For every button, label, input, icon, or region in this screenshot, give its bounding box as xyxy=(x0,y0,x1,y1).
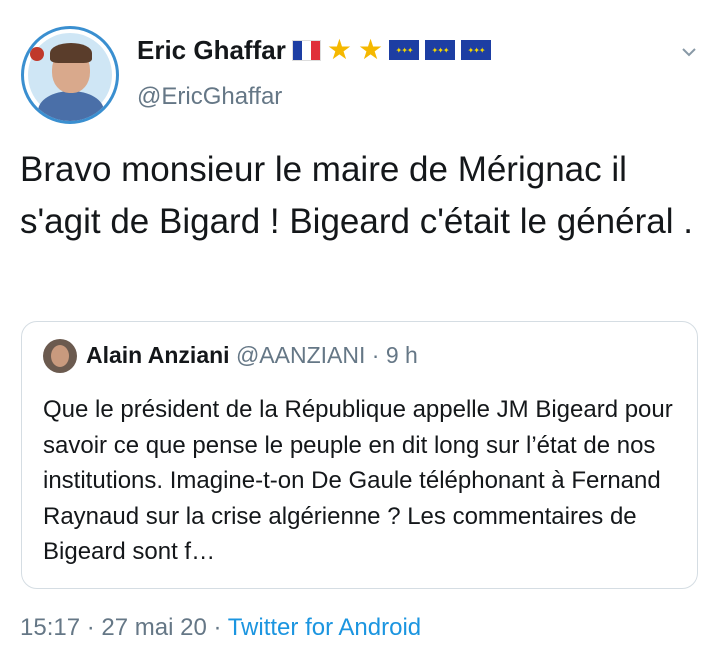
star-icon: ★ xyxy=(357,34,384,65)
author-handle[interactable]: @EricGhaffar xyxy=(137,83,282,111)
quoted-avatar-face xyxy=(51,345,69,367)
eu-flag-icon: ✦✦✦ xyxy=(389,40,420,60)
quoted-text: Que le président de la République appell… xyxy=(43,396,673,565)
tweet-time: 15:17 xyxy=(20,614,81,641)
tweet-source-link[interactable]: Twitter for Android xyxy=(228,614,421,641)
author-avatar[interactable] xyxy=(21,26,119,124)
quoted-time: 9 h xyxy=(385,342,418,368)
fr-flag-icon xyxy=(291,39,321,61)
eu-flag-icon: ✦✦✦ xyxy=(461,40,492,60)
footer-separator: · xyxy=(86,614,95,641)
footer-separator: · xyxy=(213,614,222,641)
tweet-date: 27 mai 20 xyxy=(101,614,207,641)
quoted-separator: · xyxy=(371,342,380,368)
quoted-tweet[interactable]: Alain Anziani @AANZIANI · 9 h Que le pré… xyxy=(21,321,698,589)
tweet-text: Bravo monsieur le maire de Mérignac il s… xyxy=(20,150,693,241)
author-name[interactable]: Eric Ghaffar xyxy=(137,35,286,66)
tweet-footer: 15:17 · 27 mai 20 · Twitter for Android xyxy=(20,614,421,642)
avatar-shirt xyxy=(38,91,104,121)
author-name-row: Eric Ghaffar ★ ★ ✦✦✦ ✦✦✦ ✦✦✦ xyxy=(137,32,492,68)
star-icon: ★ xyxy=(326,34,352,65)
quoted-avatar[interactable] xyxy=(43,339,77,373)
avatar-badge-icon xyxy=(30,47,44,61)
avatar-hair xyxy=(50,43,92,63)
quoted-header: Alain Anziani @AANZIANI · 9 h xyxy=(86,340,418,370)
eu-flag-icon: ✦✦✦ xyxy=(425,40,456,60)
chevron-down-icon[interactable] xyxy=(681,44,697,60)
quoted-handle[interactable]: @AANZIANI xyxy=(236,342,365,368)
quoted-name[interactable]: Alain Anziani xyxy=(86,342,230,368)
